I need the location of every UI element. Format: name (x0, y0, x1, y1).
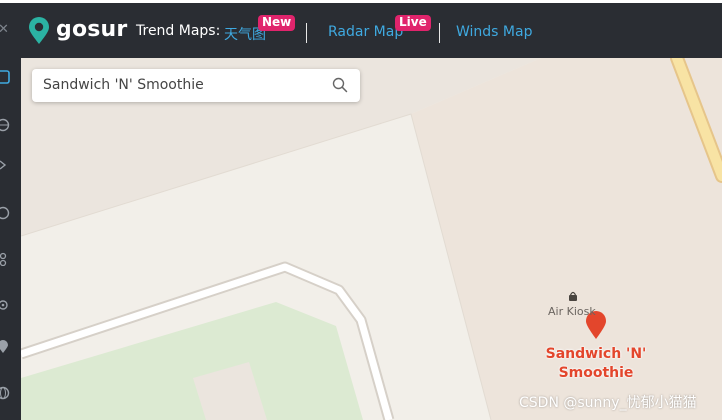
route-icon[interactable] (0, 252, 10, 266)
clock-icon[interactable] (0, 206, 10, 220)
search-input[interactable] (43, 77, 323, 93)
place-title-line-1: Sandwich 'N' (545, 346, 647, 362)
map-app: Air Kiosk Sandwich 'N' Smoothie ✕ gosur … (0, 0, 722, 420)
trend-maps-label: Trend Maps: (136, 23, 221, 39)
left-tool-rail (0, 58, 21, 420)
poi-label-air-kiosk[interactable]: Air Kiosk (548, 305, 596, 318)
search-icon[interactable] (332, 77, 348, 93)
place-title[interactable]: Sandwich 'N' Smoothie (536, 345, 656, 383)
new-badge: New (258, 15, 296, 31)
nav-divider (439, 23, 440, 43)
nav-link-winds-map[interactable]: Winds Map (456, 24, 532, 40)
settings-icon[interactable] (0, 298, 10, 312)
nav-link-radar-map[interactable]: Radar Map (328, 24, 403, 40)
chevron-right-icon[interactable] (0, 158, 10, 172)
brand-name[interactable]: gosur (56, 17, 127, 42)
watermark-text: CSDN @sunny_忧郁小猫猫 (519, 395, 697, 411)
pin-icon[interactable] (0, 340, 10, 354)
map-layer-icon[interactable] (0, 70, 10, 84)
live-badge: Live (395, 15, 431, 31)
search-bar (32, 69, 360, 102)
world-icon[interactable] (0, 386, 10, 400)
nav-divider (306, 23, 307, 43)
place-title-line-2: Smoothie (558, 365, 634, 381)
top-navigation-bar: ✕ gosur Trend Maps: 天气图 New Radar Map Li… (0, 0, 722, 58)
menu-toggle-icon[interactable]: ✕ (0, 22, 9, 37)
gosur-logo-icon[interactable] (28, 17, 50, 45)
globe-icon[interactable] (0, 118, 10, 132)
